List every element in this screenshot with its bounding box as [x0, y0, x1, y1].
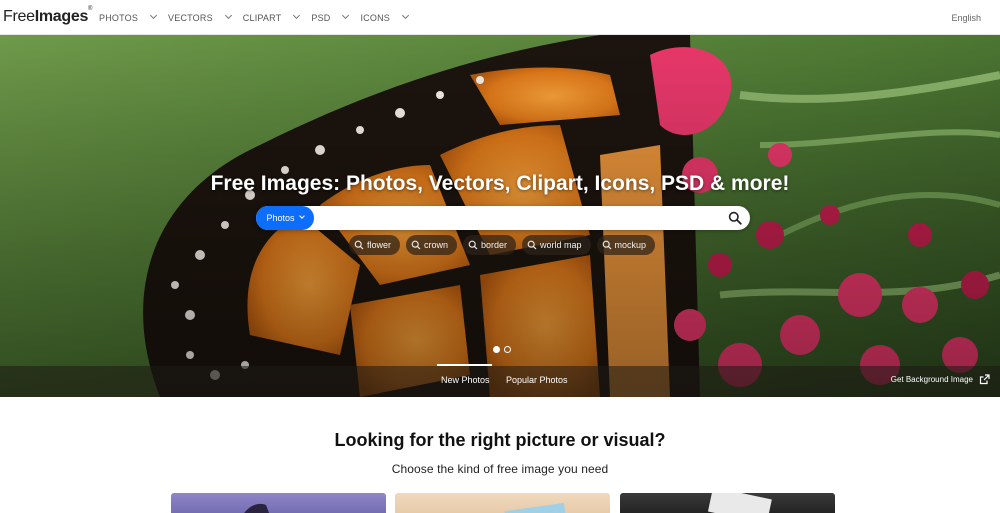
nav-vectors[interactable]: VECTORS — [168, 11, 243, 23]
tag-chip[interactable]: world map — [522, 235, 591, 255]
nav-psd[interactable]: PSD — [311, 11, 360, 23]
logo-registered-mark: ® — [88, 6, 93, 12]
search-icon[interactable] — [728, 211, 742, 225]
popular-tags: flower crown border world map mockup — [0, 235, 1000, 255]
search-input[interactable] — [318, 208, 718, 228]
nav-vectors-label: VECTORS — [168, 12, 213, 23]
external-link-icon — [979, 374, 990, 385]
hero-banner: Free Images: Photos, Vectors, Clipart, I… — [0, 35, 1000, 397]
category-card-clipart[interactable] — [620, 493, 835, 513]
tag-label: world map — [540, 240, 582, 250]
tab-popular-photos[interactable]: Popular Photos — [506, 375, 568, 385]
tag-chip[interactable]: border — [462, 235, 516, 255]
main-menu: PHOTOS VECTORS CLIPART PSD ICONS — [99, 0, 420, 35]
card-thumbnail-clipart — [707, 493, 772, 513]
search-type-dropdown[interactable]: Photos — [256, 206, 314, 230]
active-tab-underline — [437, 364, 492, 366]
tag-label: mockup — [614, 240, 647, 250]
section-subheading: Choose the kind of free image you need — [391, 462, 609, 476]
magnifier-icon — [354, 240, 364, 250]
nav-psd-label: PSD — [311, 12, 331, 23]
search-bar: Photos — [256, 206, 750, 230]
tag-chip[interactable]: crown — [405, 235, 457, 255]
get-background-image-label: Get Background Image — [890, 375, 973, 384]
chevron-down-icon — [401, 11, 410, 20]
hero-title: Free Images: Photos, Vectors, Clipart, I… — [210, 172, 790, 195]
tag-label: flower — [366, 240, 391, 250]
language-selector[interactable]: English — [951, 13, 981, 23]
slide-indicators — [493, 346, 511, 353]
chevron-down-icon — [150, 11, 158, 20]
chevron-down-icon — [224, 11, 232, 20]
hero-bottom-bar: New Photos Popular Photos Get Background… — [0, 364, 1000, 397]
logo-text-regular: Free — [3, 8, 35, 25]
tag-label: crown — [423, 240, 448, 250]
nav-icons[interactable]: ICONS — [360, 11, 420, 23]
nav-photos[interactable]: PHOTOS — [99, 11, 168, 23]
get-background-image-link[interactable]: Get Background Image — [891, 374, 990, 385]
search-type-label: Photos — [266, 213, 295, 223]
logo-text-bold: Images — [34, 8, 89, 25]
magnifier-icon — [602, 240, 611, 250]
top-navbar: FreeImages® PHOTOS VECTORS CLIPART PSD I… — [0, 0, 1000, 35]
chevron-down-icon — [298, 213, 305, 219]
magnifier-icon — [411, 240, 421, 250]
magnifier-icon — [468, 240, 478, 250]
nav-clipart[interactable]: CLIPART — [242, 11, 312, 23]
card-thumbnail-vectors — [504, 502, 566, 513]
nav-photos-label: PHOTOS — [99, 12, 139, 23]
site-logo[interactable]: FreeImages® — [3, 6, 93, 26]
tag-chip[interactable]: mockup — [596, 235, 656, 255]
slide-dot-1[interactable] — [493, 346, 500, 353]
slide-dot-2[interactable] — [504, 346, 511, 353]
tag-chip[interactable]: flower — [348, 235, 400, 255]
chevron-down-icon — [342, 11, 350, 20]
category-card-vectors[interactable] — [395, 493, 610, 513]
magnifier-icon — [527, 240, 537, 250]
tab-new-photos[interactable]: New Photos — [441, 375, 490, 385]
nav-icons-label: ICONS — [360, 12, 390, 23]
chevron-down-icon — [293, 11, 301, 20]
category-card-photos[interactable] — [171, 493, 386, 513]
tag-label: border — [480, 240, 507, 250]
card-thumbnail-photos — [244, 503, 270, 513]
nav-clipart-label: CLIPART — [242, 12, 282, 23]
section-heading: Looking for the right picture or visual? — [334, 430, 666, 450]
